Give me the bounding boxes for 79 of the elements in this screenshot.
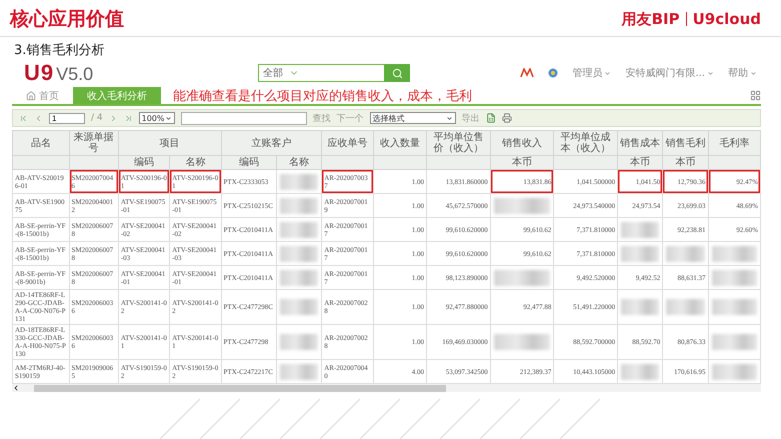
grid-icon[interactable]: [750, 90, 761, 101]
redacted-block: [494, 270, 550, 286]
caret-icon: [604, 70, 612, 76]
column-header: 销售收入: [490, 130, 554, 156]
column-header: 来源单据号: [69, 130, 118, 156]
find-next-link[interactable]: 下一个: [336, 112, 364, 124]
spreadsheet-icon[interactable]: [486, 113, 496, 123]
column-header: 毛利率: [708, 130, 760, 156]
column-subheader: 本币: [618, 156, 663, 170]
column-header: 立账客户: [221, 130, 322, 156]
redacted-block: [280, 334, 318, 350]
column-header: 应收单号: [322, 130, 374, 156]
column-header: 平均单位售价（收入）: [426, 130, 490, 156]
redacted-block: [666, 246, 704, 262]
header-menu-link[interactable]: 安特威阀门有限...: [625, 66, 714, 80]
caret-icon: [707, 70, 714, 76]
previous-page-icon[interactable]: [34, 114, 43, 122]
caret-icon: [446, 114, 453, 122]
header-menu-link[interactable]: 管理员: [572, 66, 612, 80]
redacted-block: [280, 364, 318, 380]
column-header: 项目: [118, 130, 222, 156]
header-menu-link[interactable]: 帮助: [728, 66, 757, 80]
redacted-block: [280, 270, 318, 286]
caret-icon: [750, 70, 757, 76]
page-tab[interactable]: 收入毛利分析: [73, 87, 161, 104]
scroll-left-icon[interactable]: [12, 384, 20, 392]
redacted-block: [494, 334, 550, 350]
column-subheader: 本币: [662, 156, 708, 170]
home-icon: [26, 90, 36, 100]
column-header: 品名: [12, 130, 69, 156]
column-subheader: 编码: [221, 156, 276, 170]
annotation-text: 能准确查看是什么项目对应的销售收入，成本，毛利: [173, 88, 472, 104]
page-input[interactable]: 1: [49, 112, 85, 124]
redacted-block: [621, 364, 660, 380]
page-tab[interactable]: 首页: [12, 87, 73, 104]
search-icon: [392, 68, 402, 78]
column-subheader: 编码: [118, 156, 170, 170]
column-header: 收入数量: [373, 130, 426, 156]
scrollbar-thumb[interactable]: [34, 384, 446, 392]
redacted-block: [280, 246, 318, 262]
redacted-block: [280, 299, 318, 315]
app-logo: U9: [24, 60, 54, 86]
product-name: U9cloud: [692, 10, 761, 28]
last-page-icon[interactable]: [124, 114, 133, 122]
search-field[interactable]: 全部: [258, 64, 410, 82]
column-header: 销售成本: [618, 130, 663, 156]
redacted-block: [280, 198, 318, 214]
brand-name: 用友BIP: [622, 10, 680, 28]
redacted-block: [494, 198, 550, 214]
slide-subtitle: 3.销售毛利分析: [13, 42, 106, 59]
find-link[interactable]: 查找: [312, 112, 331, 124]
redacted-block: [280, 174, 318, 190]
search-button[interactable]: [384, 64, 410, 82]
print-icon[interactable]: [502, 113, 512, 123]
column-subheader: 名称: [276, 156, 322, 170]
app-version: V5.0: [56, 64, 94, 85]
first-page-icon[interactable]: [19, 114, 28, 122]
zoom-select[interactable]: 100%: [138, 112, 175, 124]
redacted-block: [712, 364, 757, 380]
caret-icon: [164, 114, 172, 122]
redacted-block: [621, 246, 660, 262]
redacted-block: [712, 299, 757, 315]
find-field[interactable]: [180, 112, 307, 124]
redacted-block: [666, 299, 704, 315]
redacted-block: [712, 334, 757, 350]
app-badge-icon[interactable]: [520, 68, 534, 78]
column-subheader: 名称: [170, 156, 222, 170]
redacted-block: [712, 270, 757, 286]
redacted-block: [621, 299, 660, 315]
format-select[interactable]: 选择格式: [370, 112, 456, 124]
column-header: 平均单位成本（收入）: [554, 130, 618, 156]
redacted-block: [712, 246, 757, 262]
export-link[interactable]: 导出: [462, 112, 480, 124]
column-subheader: 本币: [490, 156, 554, 170]
column-header: 销售毛利: [662, 130, 708, 156]
redacted-block: [621, 222, 660, 238]
redacted-block: [280, 222, 318, 238]
slide-title: 核心应用价值: [10, 7, 124, 32]
page-count: / 4: [91, 113, 103, 123]
